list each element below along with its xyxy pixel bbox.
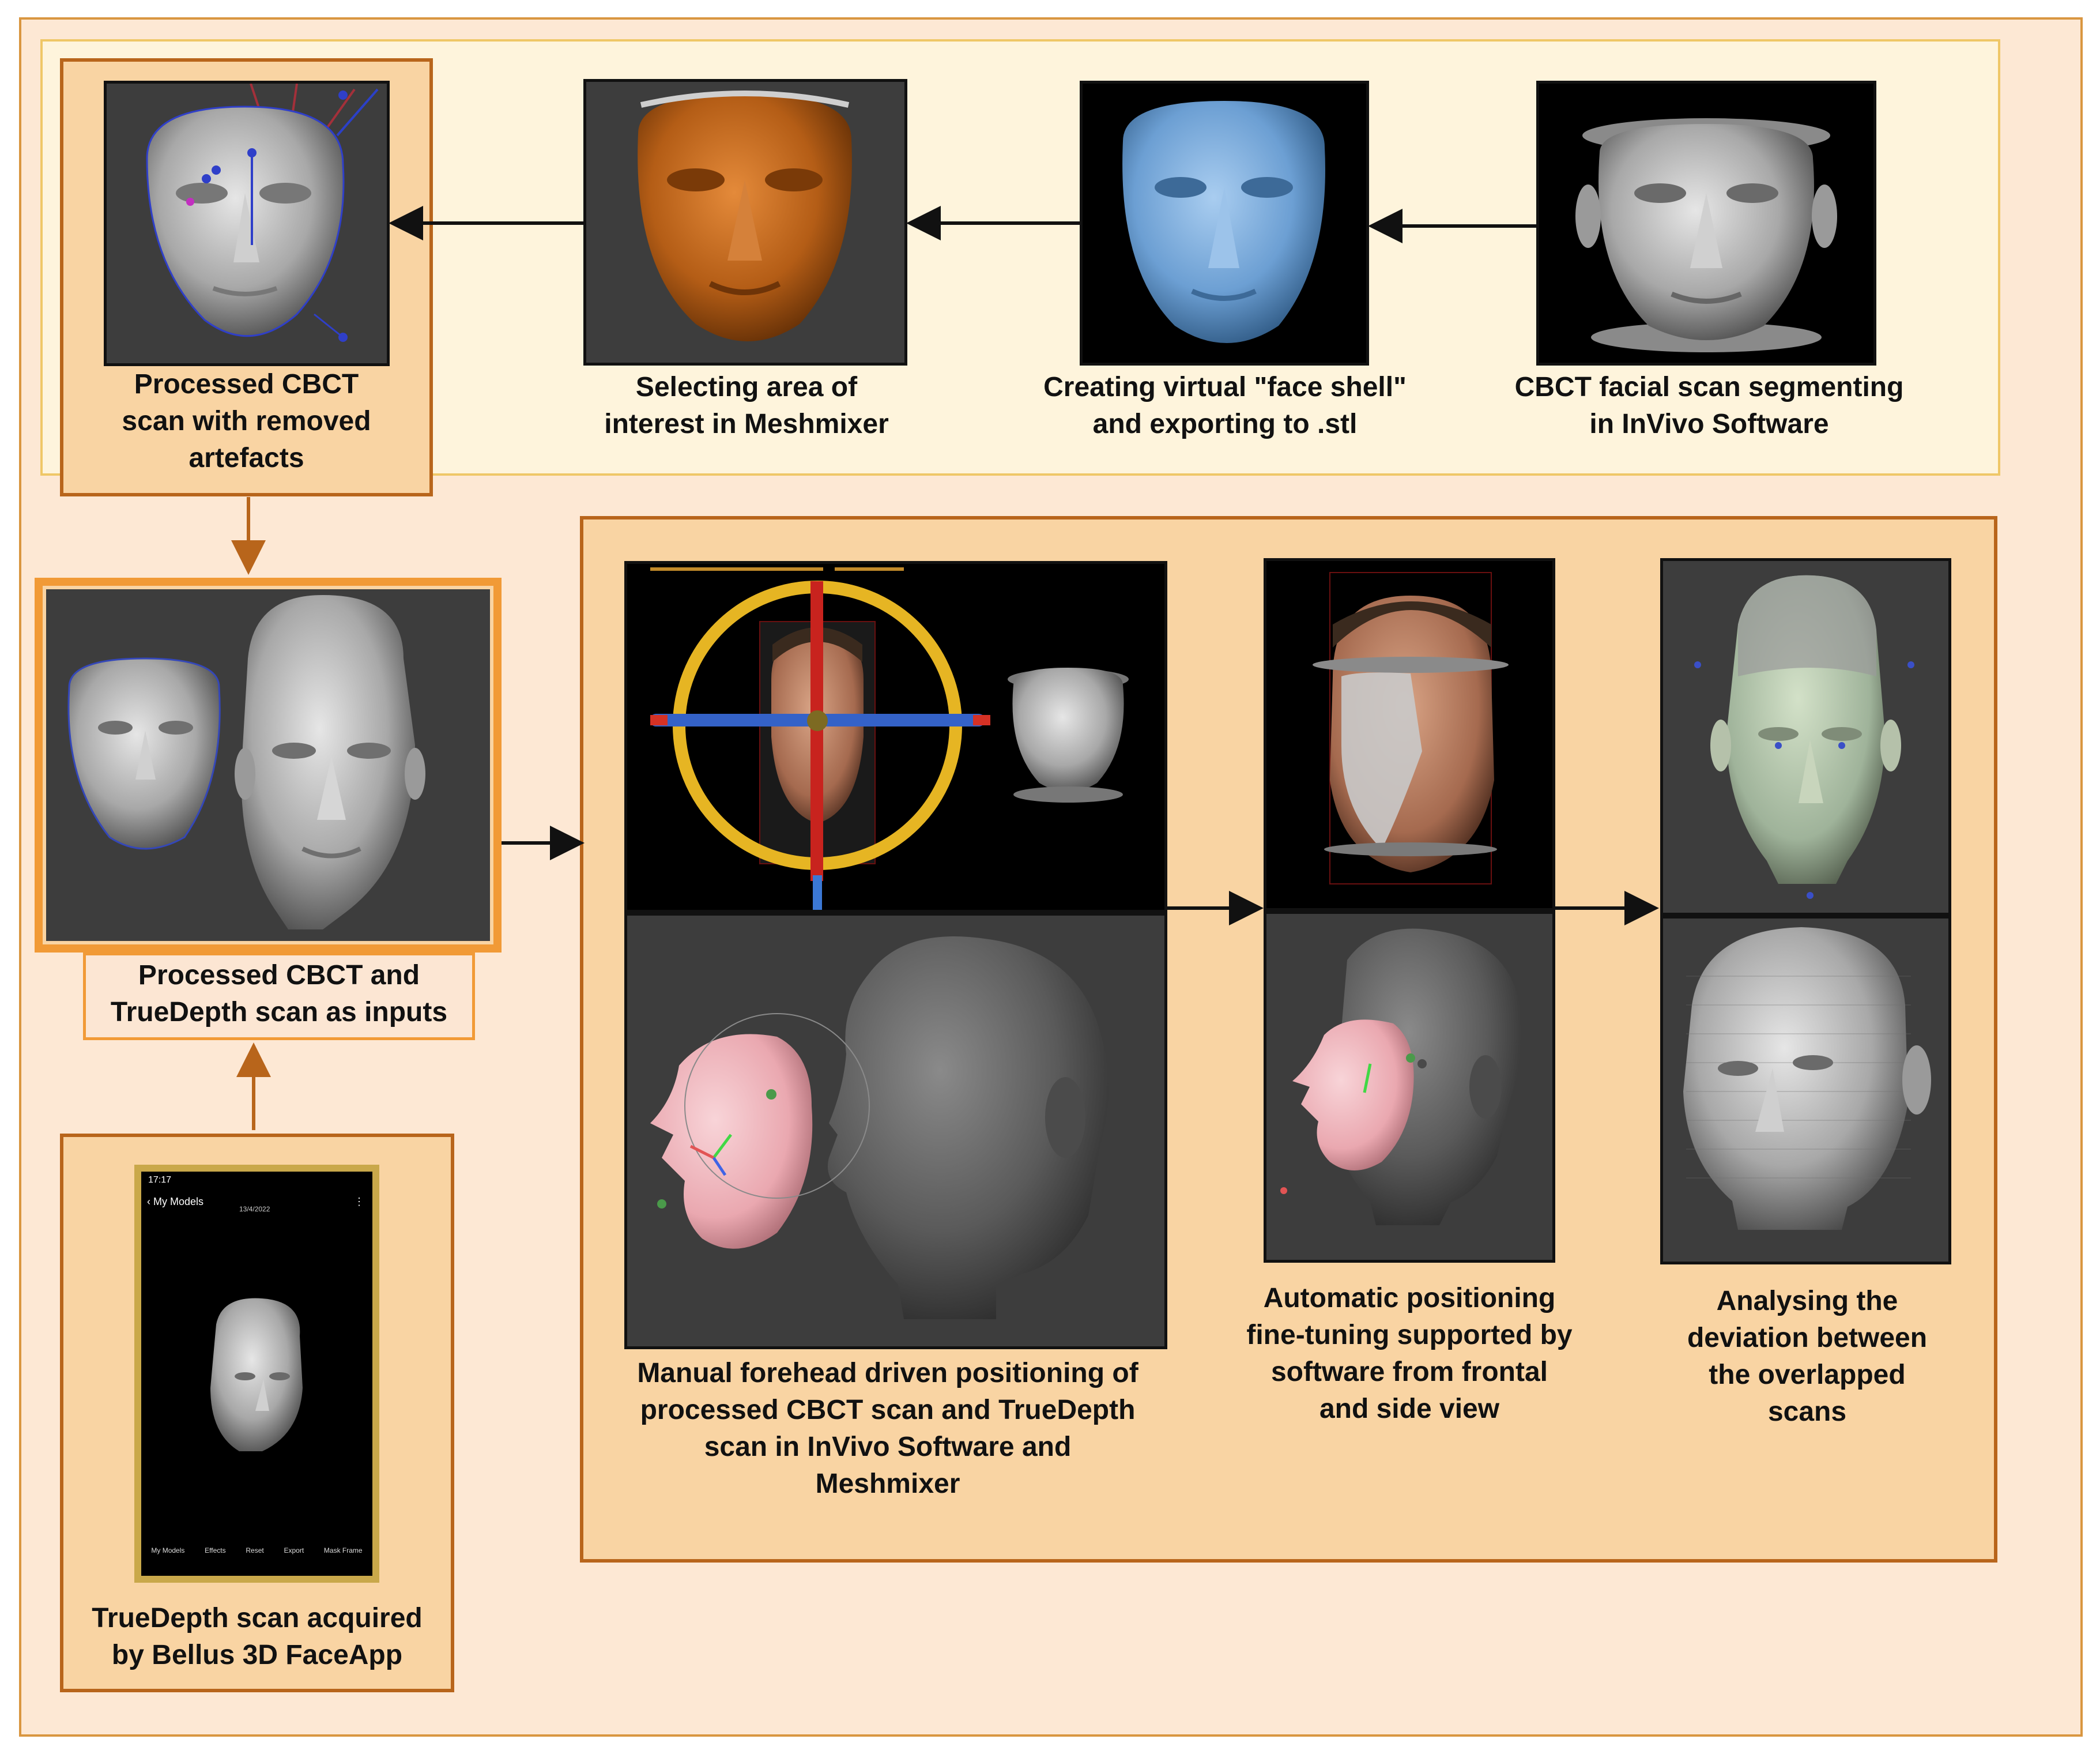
flow-arrows [231, 206, 1659, 1130]
diagram-root: Processed CBCT scan with removed artefac… [0, 0, 2100, 1758]
